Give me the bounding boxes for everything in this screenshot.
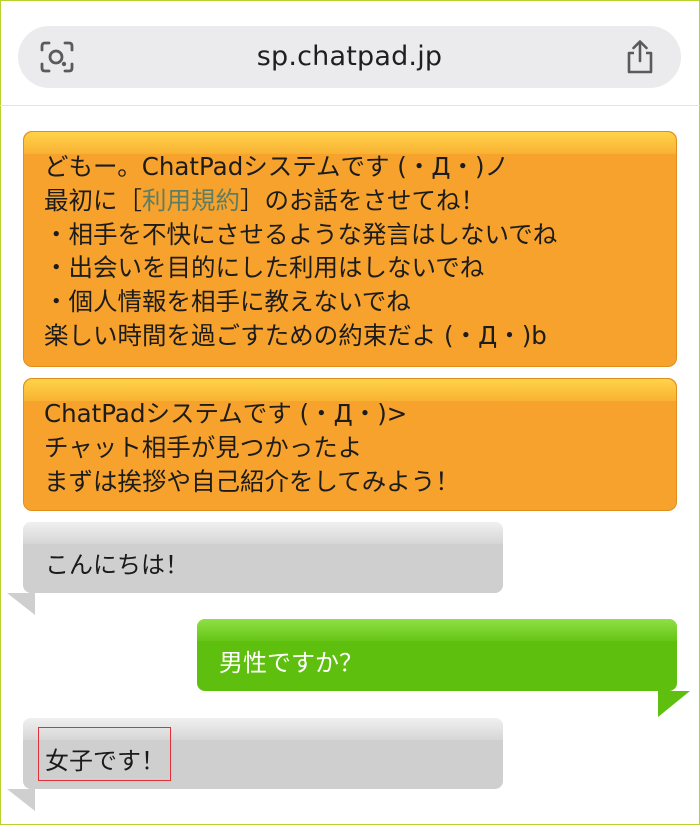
bubble-tail [7, 789, 35, 811]
message-text: ］のお話をさせてね！ [240, 185, 485, 215]
system-message-rules: どもー。ChatPadシステムです (・Д・)ノ 最初に［利用規約］のお話をさせ… [23, 131, 677, 367]
my-message-bubble: 男性ですか？ [197, 619, 677, 691]
message-line: ・相手を不快にさせるような発言はしないでね [44, 219, 558, 249]
message-line: ・出会いを目的にした利用はしないでね [44, 253, 485, 283]
message-text: 最初に［ [44, 185, 142, 215]
highlight-box [38, 727, 171, 781]
message-line: まずは挨拶や自己紹介をしてみよう！ [44, 466, 460, 496]
system-message-matched: ChatPadシステムです (・Д・)> チャット相手が見つかったよ まずは挨拶… [23, 378, 677, 511]
message-line: どもー。ChatPadシステムです (・Д・)ノ [44, 152, 510, 181]
share-icon[interactable] [623, 39, 657, 75]
bubble-tail [658, 691, 690, 717]
message-line: ・個人情報を相手に教えないでね [44, 287, 411, 317]
message-text: こんにちは！ [45, 551, 189, 579]
message-line: ChatPadシステムです (・Д・)> [44, 399, 408, 428]
partner-message-bubble: こんにちは！ [23, 522, 503, 593]
message-line: 楽しい時間を過ごすための約束だよ (・Д・)b [44, 320, 547, 350]
toolbar-divider [0, 105, 700, 106]
terms-link[interactable]: 利用規約 [142, 186, 240, 215]
message-text: 男性ですか？ [219, 649, 363, 677]
message-line: チャット相手が見つかったよ [44, 432, 363, 462]
message-line: 最初に［利用規約］のお話をさせてね！ [44, 184, 656, 218]
address-bar[interactable]: sp.chatpad.jp [18, 26, 681, 88]
url-text[interactable]: sp.chatpad.jp [18, 26, 681, 88]
bubble-tail [7, 593, 35, 615]
